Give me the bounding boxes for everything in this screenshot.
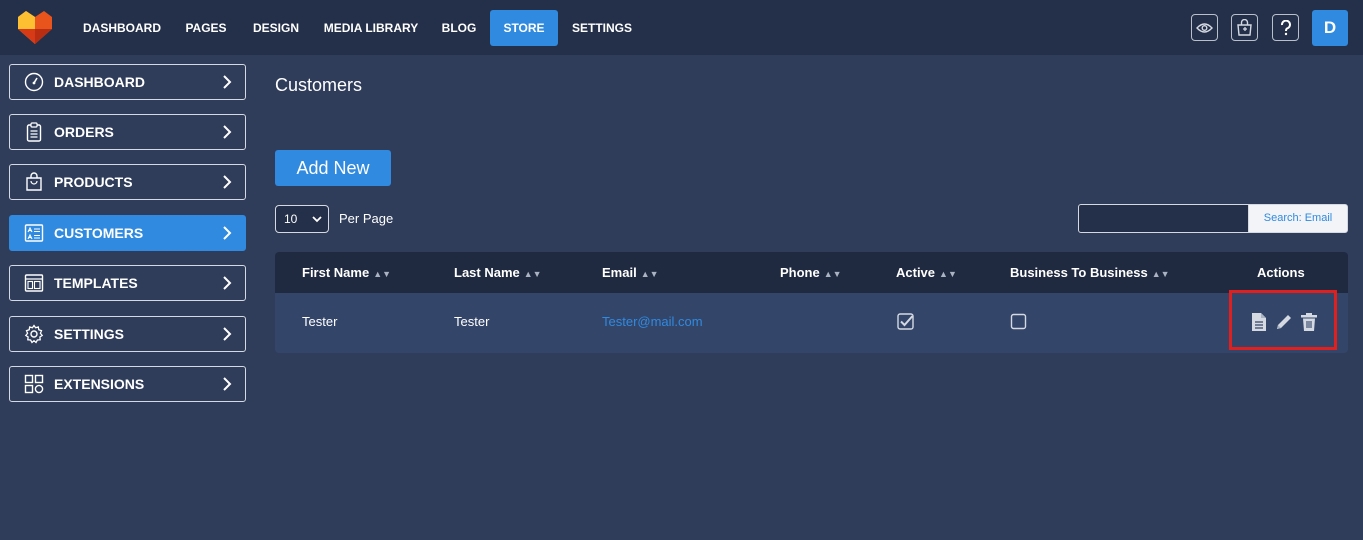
sidebar-item-customers[interactable]: CUSTOMERS [9,215,246,251]
nav-store[interactable]: STORE [490,10,558,46]
chevron-right-icon [223,125,232,139]
store-button[interactable] [1231,14,1258,41]
sidebar-item-settings[interactable]: SETTINGS [9,316,246,352]
id-card-icon [24,224,44,242]
sidebar-item-label: SETTINGS [54,326,125,342]
delete-trash-icon[interactable] [1299,312,1319,332]
sort-icon: ▲▼ [1151,269,1170,279]
page-title: Customers [275,75,363,95]
nav-blog[interactable]: BLOG [437,10,481,46]
column-header-first-name[interactable]: First Name ▲▼ [302,252,391,295]
edit-pencil-icon[interactable] [1274,312,1294,332]
sidebar-item-label: EXTENSIONS [54,376,145,392]
extensions-icon [24,374,44,394]
column-header-phone[interactable]: Phone ▲▼ [780,252,842,295]
sidebar-item-templates[interactable]: TEMPLATES [9,265,246,301]
add-new-button[interactable]: Add New [275,150,391,186]
search-button[interactable]: Search: Email [1248,204,1348,233]
active-checkbox-checked[interactable] [897,313,914,330]
sort-icon: ▲▼ [523,269,542,279]
sidebar-item-products[interactable]: PRODUCTS [9,164,246,200]
help-button[interactable] [1272,14,1299,41]
store-basket-icon [1237,19,1252,36]
column-header-last-name[interactable]: Last Name ▲▼ [454,252,542,295]
per-page-select[interactable]: 10 [275,205,329,233]
column-header-active[interactable]: Active ▲▼ [896,252,957,295]
nav-design[interactable]: DESIGN [248,10,304,46]
sidebar-item-extensions[interactable]: EXTENSIONS [9,366,246,402]
sidebar-item-label: PRODUCTS [54,174,133,190]
eye-icon [1196,22,1213,33]
column-header-email[interactable]: Email ▲▼ [602,252,659,295]
view-document-icon[interactable] [1249,312,1269,332]
chevron-right-icon [223,377,232,391]
nav-dashboard[interactable]: DASHBOARD [80,10,164,46]
preview-button[interactable] [1191,14,1218,41]
customers-table: First Name ▲▼ Last Name ▲▼ Email ▲▼ Phone ▲▼… [275,252,1348,353]
column-header-actions: Actions [1257,265,1305,280]
chevron-right-icon [223,226,232,240]
sort-icon: ▲▼ [823,269,842,279]
b2b-checkbox[interactable] [1010,313,1027,330]
cell-first-name: Tester [302,314,338,329]
sort-icon: ▲▼ [373,269,392,279]
app-logo[interactable] [17,9,53,45]
nav-pages[interactable]: PAGES [180,10,232,46]
sidebar-item-label: CUSTOMERS [54,225,144,241]
per-page-value: 10 [284,212,298,226]
shopping-bag-icon [26,172,42,191]
sidebar-item-orders[interactable]: ORDERS [9,114,246,150]
sidebar-item-label: ORDERS [54,124,114,140]
sidebar-item-label: TEMPLATES [54,275,138,291]
sidebar-item-label: DASHBOARD [54,74,145,90]
sort-icon: ▲▼ [640,269,659,279]
nav-media-library[interactable]: MEDIA LIBRARY [322,10,420,46]
cell-last-name: Tester [454,314,490,329]
top-navbar: DASHBOARD PAGES DESIGN MEDIA LIBRARY BLO… [0,0,1363,55]
user-avatar[interactable]: D [1312,10,1348,46]
chevron-right-icon [223,175,232,189]
gear-icon [24,324,44,344]
column-header-b2b[interactable]: Business To Business ▲▼ [1010,252,1170,295]
chevron-right-icon [223,75,232,89]
template-icon [24,274,44,292]
per-page-label: Per Page [339,211,394,226]
cell-email-link[interactable]: Tester@mail.com [602,314,703,329]
search-input[interactable] [1078,204,1249,233]
help-icon [1280,19,1291,35]
sidebar-item-dashboard[interactable]: DASHBOARD [9,64,246,100]
table-header: First Name ▲▼ Last Name ▲▼ Email ▲▼ Phone ▲▼… [275,252,1348,293]
nav-settings[interactable]: SETTINGS [567,10,637,46]
chevron-down-icon [312,216,322,223]
gauge-icon [24,72,44,92]
chevron-right-icon [223,276,232,290]
sort-icon: ▲▼ [939,269,957,279]
clipboard-icon [26,122,42,142]
chevron-right-icon [223,327,232,341]
